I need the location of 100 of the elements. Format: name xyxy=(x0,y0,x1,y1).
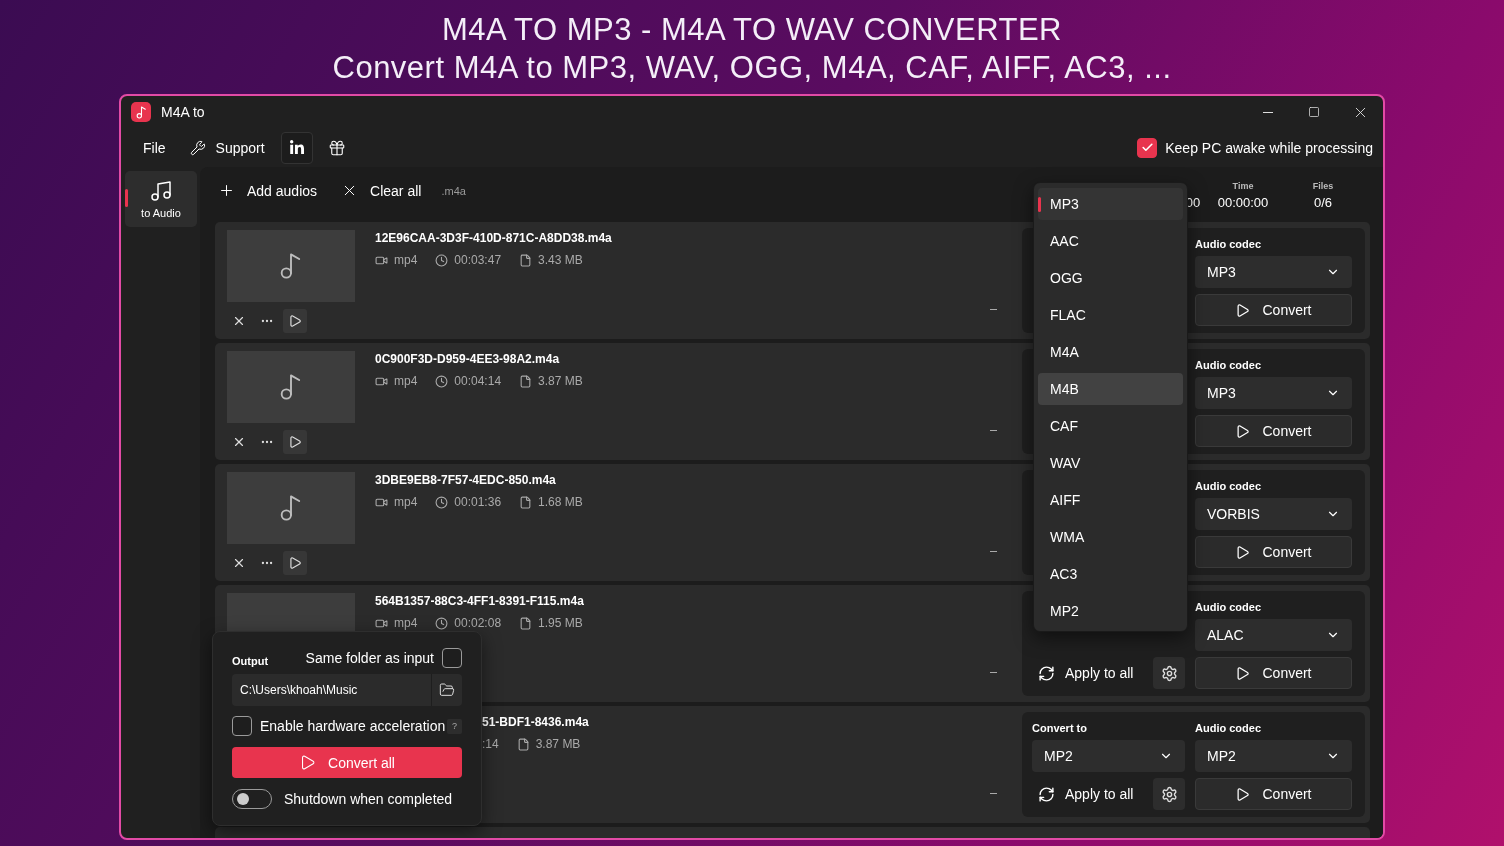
play-icon xyxy=(1235,423,1251,439)
codec-dropdown[interactable]: MP3 xyxy=(1195,377,1352,409)
file-size: 1.95 MB xyxy=(538,616,583,630)
file-duration: 00:02:08 xyxy=(454,616,502,630)
format-option[interactable]: AC3 xyxy=(1038,558,1183,590)
dash-mark xyxy=(990,793,997,794)
play-button[interactable] xyxy=(283,551,307,575)
clock-icon xyxy=(435,374,449,388)
file-icon xyxy=(519,495,533,509)
file-size: 3.43 MB xyxy=(538,253,583,267)
shutdown-label: Shutdown when completed xyxy=(284,791,453,807)
page-subheading: Convert M4A to MP3, WAV, OGG, M4A, CAF, AIFF, AC3, ... xyxy=(332,49,1172,87)
play-button[interactable] xyxy=(283,309,307,333)
format-option[interactable]: WAV xyxy=(1038,447,1183,479)
file-icon xyxy=(519,616,533,630)
format-option[interactable]: OGG xyxy=(1038,262,1183,294)
play-icon xyxy=(1235,786,1251,802)
play-icon xyxy=(288,314,302,328)
stat-label: Time xyxy=(1232,181,1254,192)
stat-value: 0/6 xyxy=(1313,195,1333,210)
play-icon xyxy=(288,556,302,570)
file-size: 1.68 MB xyxy=(538,495,583,509)
hardware-acceleration-label: Enable hardware acceleration xyxy=(260,718,446,734)
file-name: 3DBE9EB8-7F57-4EDC-850.m4a xyxy=(375,473,556,487)
help-button[interactable]: ? xyxy=(447,718,462,734)
file-duration: 00:03:47 xyxy=(454,253,502,267)
apply-to-all-button[interactable]: Apply to all xyxy=(1032,657,1147,689)
clock-icon xyxy=(435,616,449,630)
play-icon xyxy=(299,754,317,771)
plus-icon xyxy=(218,182,235,199)
format-option[interactable]: MP2 xyxy=(1038,595,1183,627)
file-duration: 00:01:36 xyxy=(454,495,502,509)
apply-to-all-button[interactable]: Apply to all xyxy=(1032,778,1147,810)
convert-button[interactable]: Convert xyxy=(1195,294,1352,326)
gear-icon xyxy=(1160,785,1178,803)
dash-mark xyxy=(990,430,997,431)
play-button[interactable] xyxy=(283,430,307,454)
convert-button[interactable]: Convert xyxy=(1195,415,1352,447)
file-icon xyxy=(519,253,533,267)
play-icon xyxy=(1235,665,1251,681)
keep-awake-checkbox[interactable] xyxy=(1137,137,1158,158)
format-option[interactable]: CAF xyxy=(1038,410,1183,442)
file-icon xyxy=(519,374,533,388)
field-label: Audio codec xyxy=(1195,722,1262,734)
format-option[interactable]: M4A xyxy=(1038,336,1183,368)
play-icon xyxy=(1235,544,1251,560)
clear-all-button[interactable]: Clear all xyxy=(329,173,434,208)
support-menu[interactable]: Support xyxy=(177,131,277,164)
codec-dropdown[interactable]: ALAC xyxy=(1195,619,1352,651)
stat-value: 00:00:00 xyxy=(1217,195,1269,210)
convert-button[interactable]: Convert xyxy=(1195,778,1352,810)
convert-all-button[interactable]: Convert all xyxy=(232,747,462,778)
file-name: 12E96CAA-3D3F-410D-871C-A8DD38.m4a xyxy=(375,231,612,245)
browse-folder-button[interactable] xyxy=(431,674,462,706)
format-option[interactable]: AAC xyxy=(1038,225,1183,257)
settings-button[interactable] xyxy=(1153,778,1185,810)
play-icon xyxy=(288,435,302,449)
window-title: M4A to xyxy=(161,104,206,120)
dash-mark xyxy=(990,309,997,310)
file-format: mp4 xyxy=(394,253,418,267)
format-option[interactable]: FLAC xyxy=(1038,299,1183,331)
file-name: 0C900F3D-D959-4EE3-98A2.m4a xyxy=(375,352,560,366)
file-duration: 00:04:14 xyxy=(454,374,502,388)
output-title: Output xyxy=(232,655,269,667)
file-size: 3.87 MB xyxy=(538,374,583,388)
format-option[interactable]: MP3 xyxy=(1038,188,1183,220)
field-label: Audio codec xyxy=(1195,480,1262,492)
convert-button[interactable]: Convert xyxy=(1195,657,1352,689)
file-icon xyxy=(516,737,530,751)
output-path-field[interactable]: C:\Users\khoah\Music xyxy=(232,674,431,706)
linkedin-button[interactable] xyxy=(280,131,313,164)
field-label: Audio codec xyxy=(1195,359,1262,371)
codec-dropdown[interactable]: VORBIS xyxy=(1195,498,1352,530)
codec-dropdown[interactable]: MP2 xyxy=(1195,740,1352,772)
keep-awake-label: Keep PC awake while processing xyxy=(1165,139,1373,156)
dash-mark xyxy=(990,551,997,552)
file-menu[interactable]: File xyxy=(131,131,178,164)
refresh-icon xyxy=(1038,785,1055,803)
format-option[interactable]: M4B xyxy=(1038,373,1183,405)
stat-label: Files xyxy=(1312,181,1334,192)
format-option[interactable]: WMA xyxy=(1038,521,1183,553)
same-folder-checkbox[interactable] xyxy=(442,648,462,668)
maximize-icon xyxy=(1308,106,1320,118)
field-label: Convert to xyxy=(1032,722,1088,734)
file-format: mp4 xyxy=(394,616,418,630)
folder-icon xyxy=(439,682,455,698)
play-icon xyxy=(1235,302,1251,318)
convert-button[interactable]: Convert xyxy=(1195,536,1352,568)
hardware-acceleration-checkbox[interactable] xyxy=(232,716,252,736)
music-notes-icon xyxy=(149,179,173,203)
nav-item[interactable]: to Audio xyxy=(125,171,197,227)
dash-mark xyxy=(990,672,997,673)
format-option[interactable]: AIFF xyxy=(1038,484,1183,516)
gear-icon xyxy=(1160,664,1178,682)
file-duration: :14 xyxy=(482,737,499,751)
clock-icon xyxy=(435,495,449,509)
format-dropdown[interactable]: MP2 xyxy=(1032,740,1185,772)
codec-dropdown[interactable]: MP3 xyxy=(1195,256,1352,288)
settings-button[interactable] xyxy=(1153,657,1185,689)
add-audios-button[interactable]: Add audios xyxy=(206,173,330,208)
